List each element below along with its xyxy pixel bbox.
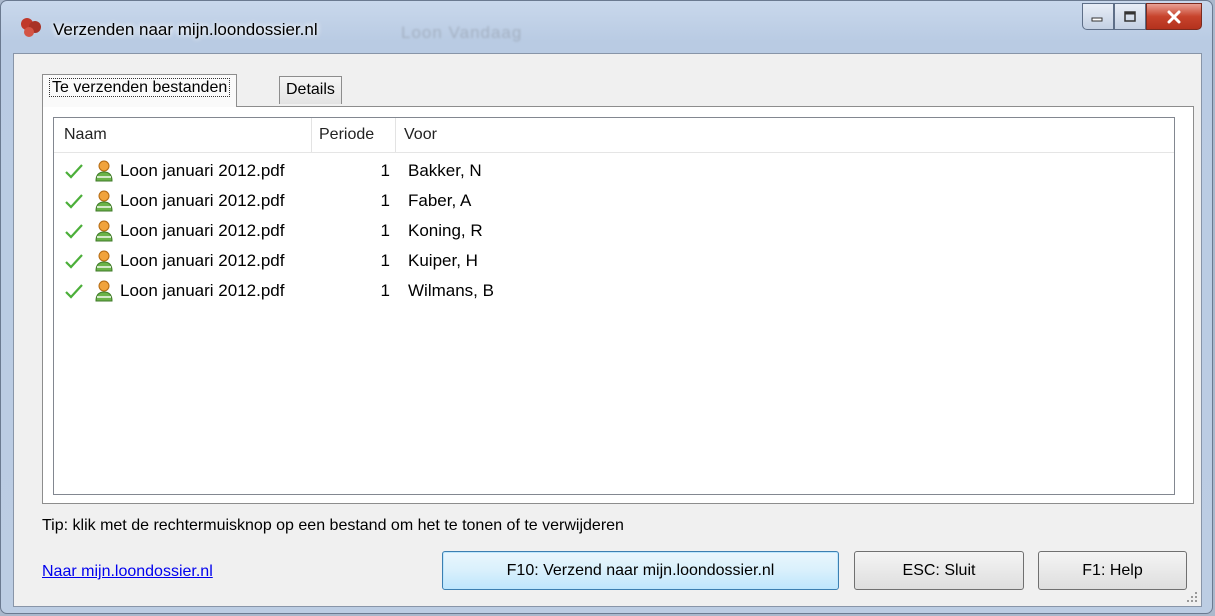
close-dialog-button[interactable]: ESC: Sluit bbox=[854, 551, 1024, 590]
user-icon bbox=[95, 280, 113, 302]
column-header-periode[interactable]: Periode bbox=[312, 118, 396, 152]
period: 1 bbox=[380, 251, 390, 270]
recipient: Koning, R bbox=[408, 221, 483, 240]
period: 1 bbox=[380, 281, 390, 300]
period: 1 bbox=[380, 191, 390, 210]
check-icon bbox=[65, 164, 83, 179]
check-icon bbox=[65, 284, 83, 299]
recipient: Bakker, N bbox=[408, 161, 482, 180]
dialog-window: Verzenden naar mijn.loondossier.nl Loon … bbox=[0, 0, 1213, 614]
column-header-naam[interactable]: Naam bbox=[54, 118, 312, 152]
list-item[interactable]: Loon januari 2012.pdf 1 Faber, A bbox=[54, 186, 1174, 216]
period: 1 bbox=[380, 221, 390, 240]
file-name: Loon januari 2012.pdf bbox=[120, 161, 285, 180]
user-icon bbox=[95, 250, 113, 272]
file-name: Loon januari 2012.pdf bbox=[120, 251, 285, 270]
close-icon bbox=[1167, 10, 1181, 23]
list-header: Naam Periode Voor bbox=[54, 118, 1174, 153]
file-name: Loon januari 2012.pdf bbox=[120, 281, 285, 300]
loondossier-link[interactable]: Naar mijn.loondossier.nl bbox=[42, 563, 213, 581]
column-header-voor[interactable]: Voor bbox=[396, 118, 796, 152]
list-item[interactable]: Loon januari 2012.pdf 1 Wilmans, B bbox=[54, 276, 1174, 306]
tip-text: Tip: klik met de rechtermuisknop op een … bbox=[42, 517, 624, 534]
file-name: Loon januari 2012.pdf bbox=[120, 191, 285, 210]
tab-details[interactable]: Details bbox=[279, 76, 342, 104]
check-icon bbox=[65, 224, 83, 239]
send-button[interactable]: F10: Verzend naar mijn.loondossier.nl bbox=[442, 551, 839, 590]
user-icon bbox=[95, 160, 113, 182]
minimize-button[interactable] bbox=[1082, 3, 1114, 30]
maximize-button[interactable] bbox=[1114, 3, 1146, 30]
user-icon bbox=[95, 190, 113, 212]
list-item[interactable]: Loon januari 2012.pdf 1 Kuiper, H bbox=[54, 246, 1174, 276]
window-title: Verzenden naar mijn.loondossier.nl bbox=[53, 20, 318, 39]
file-list[interactable]: Naam Periode Voor Loon januari 2012.pdf … bbox=[53, 117, 1175, 495]
file-name: Loon januari 2012.pdf bbox=[120, 221, 285, 240]
user-icon bbox=[95, 220, 113, 242]
app-icon bbox=[21, 18, 41, 37]
check-icon bbox=[65, 254, 83, 269]
tab-label: Te verzenden bestanden bbox=[49, 78, 231, 97]
minimize-icon bbox=[1091, 17, 1103, 21]
maximize-icon bbox=[1124, 10, 1136, 22]
help-button[interactable]: F1: Help bbox=[1038, 551, 1187, 590]
tab-te-verzenden-bestanden[interactable]: Te verzenden bestanden bbox=[42, 74, 238, 107]
check-icon bbox=[65, 194, 83, 209]
period: 1 bbox=[380, 161, 390, 180]
recipient: Kuiper, H bbox=[408, 251, 478, 270]
tab-panel: Naam Periode Voor Loon januari 2012.pdf … bbox=[42, 106, 1194, 504]
title-bar[interactable]: Verzenden naar mijn.loondossier.nl Loon … bbox=[1, 1, 1212, 59]
background-window-title: Loon Vandaag bbox=[401, 23, 523, 42]
dialog-content: Te verzenden bestanden Details Naam Peri… bbox=[13, 53, 1202, 607]
close-button[interactable] bbox=[1146, 3, 1202, 30]
list-item[interactable]: Loon januari 2012.pdf 1 Koning, R bbox=[54, 216, 1174, 246]
resize-grip-icon[interactable] bbox=[1186, 591, 1198, 603]
tab-label: Details bbox=[286, 81, 335, 98]
recipient: Wilmans, B bbox=[408, 281, 494, 300]
list-item[interactable]: Loon januari 2012.pdf 1 Bakker, N bbox=[54, 156, 1174, 186]
recipient: Faber, A bbox=[408, 191, 472, 210]
